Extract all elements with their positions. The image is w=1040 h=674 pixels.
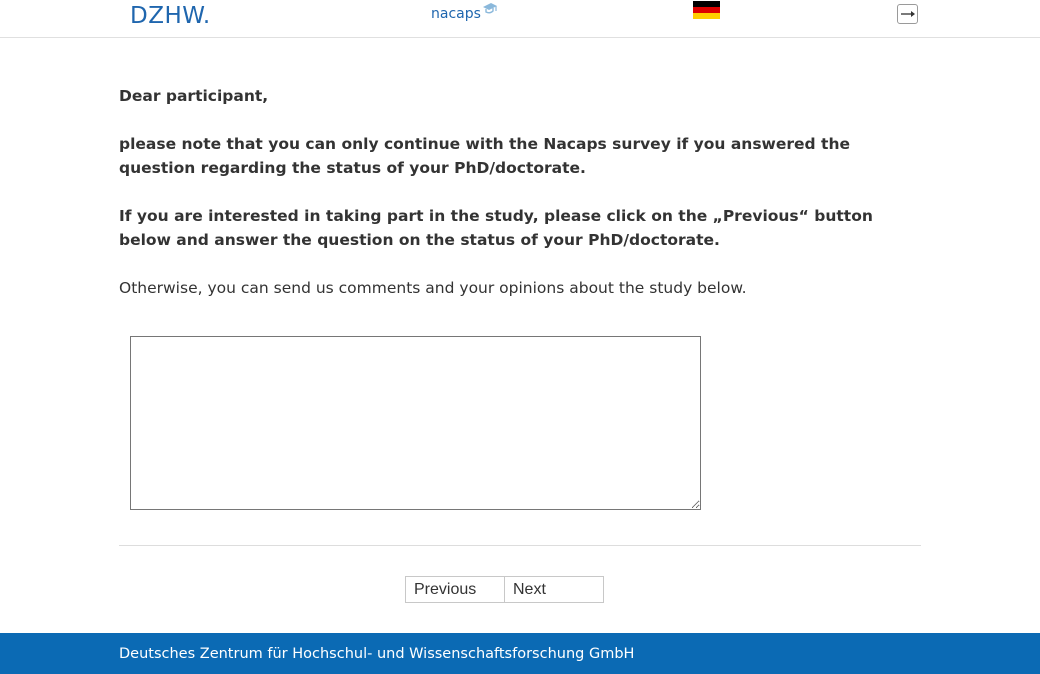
- notice-paragraph: please note that you can only continue w…: [119, 135, 850, 177]
- greeting-text: Dear participant,: [119, 87, 269, 105]
- nacaps-logo[interactable]: nacaps: [431, 2, 498, 26]
- german-flag-icon[interactable]: [693, 1, 720, 19]
- footer-text: Deutsches Zentrum für Hochschul- und Wis…: [119, 646, 635, 662]
- previous-button[interactable]: Previous: [405, 576, 505, 603]
- logout-button[interactable]: [897, 4, 918, 24]
- navigation-buttons: Previous Next: [405, 576, 604, 603]
- dzhw-logo[interactable]: DZHW.: [130, 2, 211, 30]
- arrow-right-icon: [901, 11, 915, 17]
- graduation-cap-icon: [482, 3, 497, 14]
- comments-textarea[interactable]: [130, 336, 701, 510]
- nacaps-logo-text: nacaps: [431, 6, 481, 22]
- header-bar: DZHW. nacaps: [0, 0, 1040, 38]
- divider: [119, 545, 921, 546]
- comments-prompt: Otherwise, you can send us comments and …: [119, 279, 747, 297]
- instruction-paragraph: If you are interested in taking part in …: [119, 207, 873, 249]
- message-content: Dear participant, please note that you c…: [119, 84, 919, 324]
- next-button[interactable]: Next: [505, 576, 604, 603]
- footer-bar: Deutsches Zentrum für Hochschul- und Wis…: [0, 633, 1040, 674]
